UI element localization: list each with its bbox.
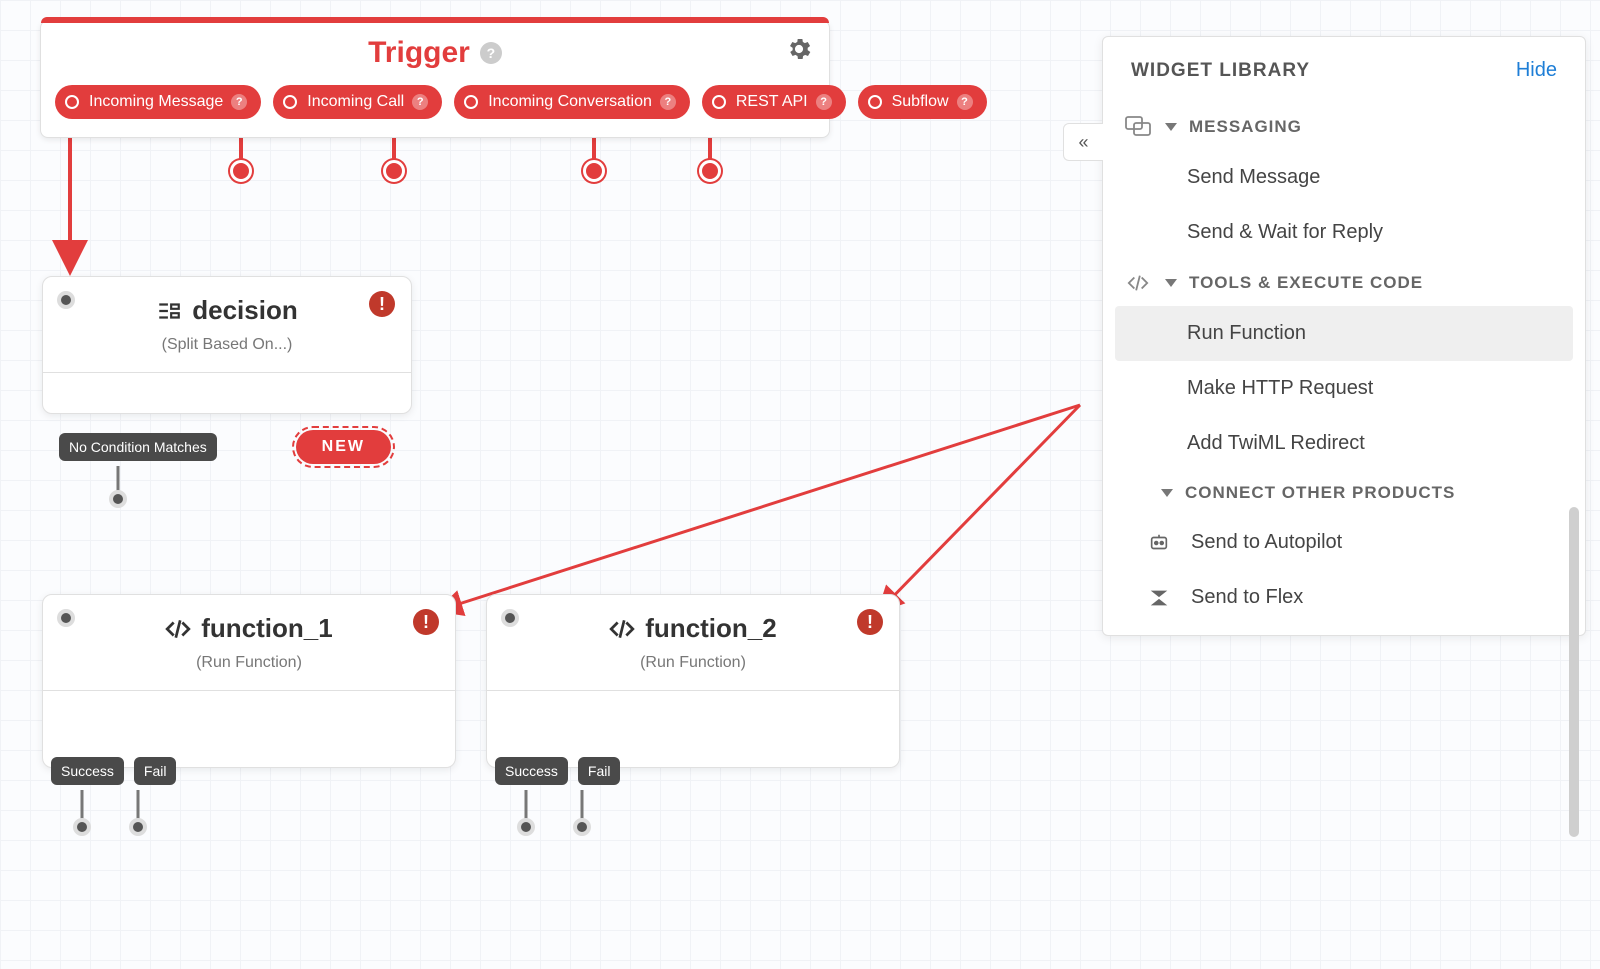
gear-icon[interactable] bbox=[785, 35, 813, 63]
item-send-message[interactable]: Send Message bbox=[1115, 150, 1573, 205]
output-port[interactable] bbox=[517, 818, 535, 836]
pill-incoming-message[interactable]: Incoming Message? bbox=[55, 85, 261, 119]
pill-subflow[interactable]: Subflow? bbox=[858, 85, 987, 119]
help-icon[interactable]: ? bbox=[412, 94, 428, 110]
function-1-widget[interactable]: ! function_1 (Run Function) Success Fail bbox=[42, 594, 456, 768]
caret-down-icon bbox=[1165, 123, 1177, 131]
caret-down-icon bbox=[1161, 489, 1173, 497]
output-port[interactable] bbox=[109, 490, 127, 508]
output-port[interactable] bbox=[129, 818, 147, 836]
connector-dot[interactable] bbox=[383, 160, 405, 182]
group-connect-head[interactable]: CONNECT OTHER PRODUCTS bbox=[1115, 471, 1573, 515]
pill-incoming-conversation[interactable]: Incoming Conversation? bbox=[454, 85, 690, 119]
caret-down-icon bbox=[1165, 279, 1177, 287]
connector-dot[interactable] bbox=[583, 160, 605, 182]
code-icon bbox=[1123, 272, 1153, 294]
item-send-flex[interactable]: Send to Flex bbox=[1115, 570, 1573, 625]
scrollbar[interactable] bbox=[1569, 507, 1579, 837]
help-icon[interactable]: ? bbox=[231, 94, 247, 110]
help-icon[interactable]: ? bbox=[480, 42, 502, 64]
item-add-twiml-redirect[interactable]: Add TwiML Redirect bbox=[1115, 416, 1573, 471]
decision-widget[interactable]: ! decision (Split Based On...) No Condit… bbox=[42, 276, 412, 414]
hide-panel-link[interactable]: Hide bbox=[1516, 59, 1557, 82]
autopilot-icon bbox=[1147, 532, 1171, 554]
group-messaging: MESSAGING Send Message Send & Wait for R… bbox=[1103, 104, 1585, 260]
panel-title: WIDGET LIBRARY bbox=[1131, 60, 1310, 82]
trigger-pills: Incoming Message? Incoming Call? Incomin… bbox=[41, 85, 829, 137]
item-send-autopilot[interactable]: Send to Autopilot bbox=[1115, 515, 1573, 570]
connector-dot[interactable] bbox=[699, 160, 721, 182]
help-icon[interactable]: ? bbox=[660, 94, 676, 110]
item-send-wait-reply[interactable]: Send & Wait for Reply bbox=[1115, 205, 1573, 260]
group-tools-head[interactable]: TOOLS & EXECUTE CODE bbox=[1115, 260, 1573, 306]
output-port[interactable] bbox=[73, 818, 91, 836]
flex-icon bbox=[1147, 587, 1171, 609]
trigger-title: Trigger ? bbox=[41, 21, 829, 85]
help-icon[interactable]: ? bbox=[957, 94, 973, 110]
group-connect-products: CONNECT OTHER PRODUCTS Send to Autopilot… bbox=[1103, 471, 1585, 625]
trigger-card[interactable]: Trigger ? Incoming Message? Incoming Cal… bbox=[40, 20, 830, 138]
connector-dot[interactable] bbox=[230, 160, 252, 182]
new-condition-button[interactable]: NEW bbox=[292, 426, 395, 468]
out-success[interactable]: Success bbox=[51, 757, 124, 785]
output-port[interactable] bbox=[573, 818, 591, 836]
pill-rest-api[interactable]: REST API? bbox=[702, 85, 846, 119]
out-fail[interactable]: Fail bbox=[134, 757, 177, 785]
group-tools: TOOLS & EXECUTE CODE Run Function Make H… bbox=[1103, 260, 1585, 471]
no-condition-pill[interactable]: No Condition Matches bbox=[59, 433, 217, 461]
group-messaging-head[interactable]: MESSAGING bbox=[1115, 104, 1573, 150]
help-icon[interactable]: ? bbox=[816, 94, 832, 110]
out-fail[interactable]: Fail bbox=[578, 757, 621, 785]
split-icon bbox=[156, 298, 182, 324]
pill-incoming-call[interactable]: Incoming Call? bbox=[273, 85, 442, 119]
collapse-panel-button[interactable]: « bbox=[1063, 123, 1103, 161]
item-run-function[interactable]: Run Function bbox=[1115, 306, 1573, 361]
item-make-http-request[interactable]: Make HTTP Request bbox=[1115, 361, 1573, 416]
code-icon bbox=[165, 616, 191, 642]
function-2-widget[interactable]: ! function_2 (Run Function) Success Fail bbox=[486, 594, 900, 768]
widget-library-panel: « WIDGET LIBRARY Hide MESSAGING Send Mes… bbox=[1102, 36, 1586, 636]
code-icon bbox=[609, 616, 635, 642]
out-success[interactable]: Success bbox=[495, 757, 568, 785]
chat-icon bbox=[1123, 116, 1153, 138]
